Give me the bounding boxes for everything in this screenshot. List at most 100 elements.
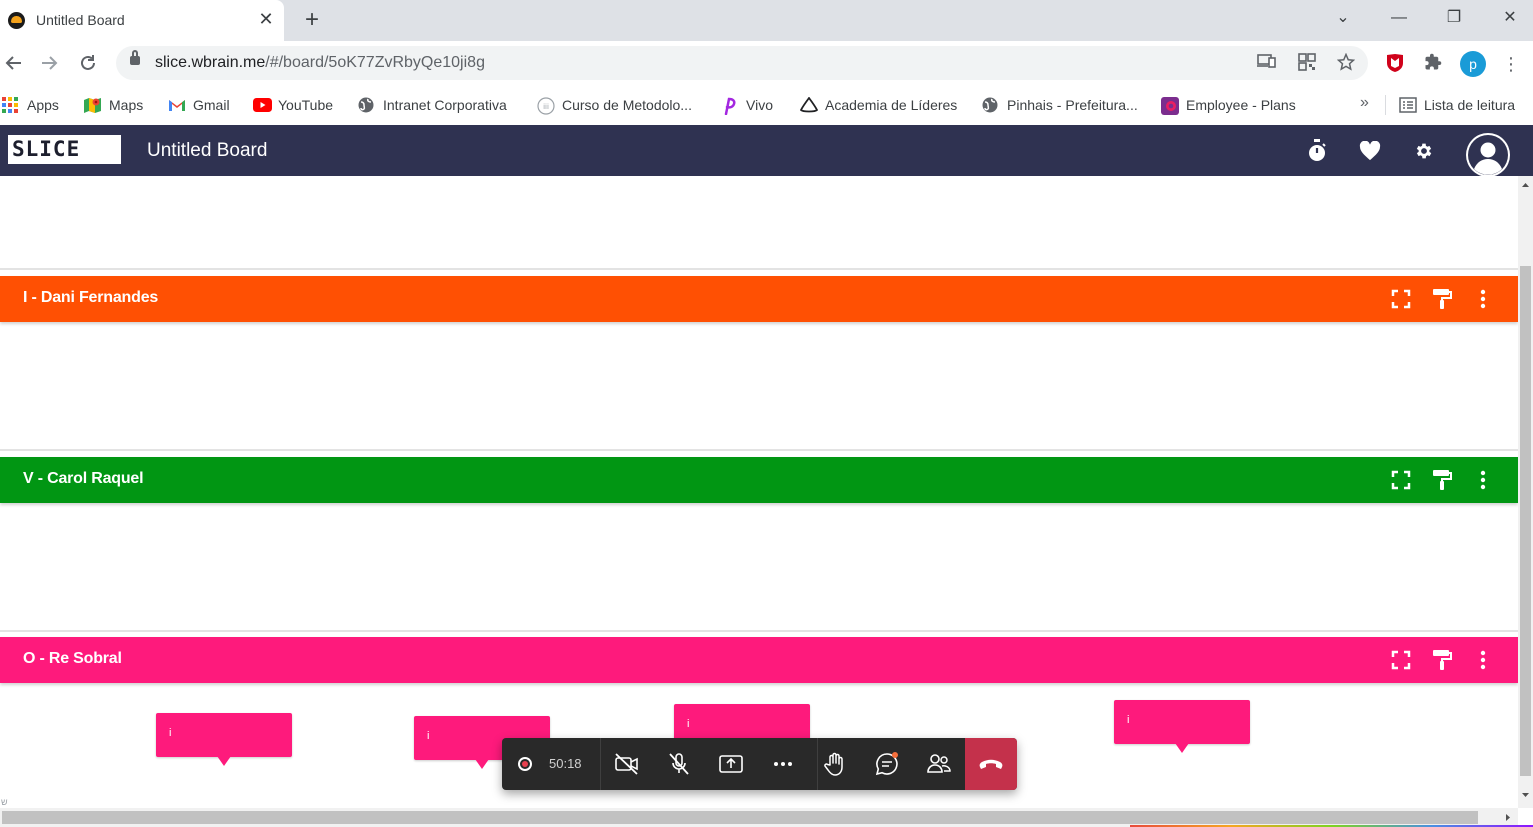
- reading-list-label: Lista de leitura: [1424, 97, 1516, 113]
- timer-icon[interactable]: [1304, 138, 1330, 164]
- academia-icon: [799, 96, 819, 113]
- user-avatar-icon[interactable]: [1466, 133, 1510, 177]
- row-title: I - Dani Fernandes: [23, 289, 159, 306]
- globe-icon: [358, 97, 374, 113]
- row-divider: [0, 449, 1518, 451]
- more-vertical-icon[interactable]: [1471, 468, 1495, 492]
- scroll-down-icon: [1522, 793, 1529, 797]
- call-bar-separator: [600, 738, 601, 790]
- bookmark-vivo[interactable]: Vivo: [721, 94, 773, 116]
- bookmark-label: Intranet Corporativa: [383, 97, 507, 113]
- expand-icon[interactable]: [1389, 648, 1413, 672]
- board-canvas[interactable]: I - Dani Fernandes V - Carol Raquel O - …: [0, 176, 1518, 808]
- apps-grid-icon: [2, 97, 18, 113]
- vertical-scrollbar[interactable]: [1518, 176, 1533, 808]
- install-app-icon[interactable]: [1256, 53, 1278, 73]
- bookmark-label: Academia de Líderes: [825, 97, 958, 113]
- mic-off-icon[interactable]: [665, 750, 693, 778]
- tab-search-icon[interactable]: ⌄: [1328, 6, 1358, 30]
- row-divider: [0, 268, 1518, 270]
- sticky-note[interactable]: i: [156, 713, 292, 766]
- row-title: V - Carol Raquel: [23, 470, 144, 487]
- more-vertical-icon[interactable]: [1471, 648, 1495, 672]
- bookmarks-divider: [1385, 95, 1386, 115]
- address-bar[interactable]: slice.wbrain.me/#/board/5oK77ZvRbyQe10ji…: [116, 46, 1368, 80]
- bookmark-gmail[interactable]: Gmail: [168, 94, 230, 116]
- bookmarks-bar: Apps Maps Gmail YouTube Intranet Corpora…: [0, 85, 1533, 125]
- slice-logo[interactable]: SLICE: [8, 135, 121, 164]
- paint-roller-icon[interactable]: [1430, 287, 1454, 311]
- camera-off-icon[interactable]: [613, 750, 641, 778]
- course-icon: iii: [537, 97, 555, 115]
- heart-icon[interactable]: [1357, 138, 1383, 164]
- bookmark-label: Gmail: [193, 97, 230, 113]
- gmail-icon: [168, 97, 185, 113]
- horizontal-scroll-thumb[interactable]: [2, 811, 1478, 824]
- browser-tab[interactable]: Untitled Board ✕: [0, 0, 284, 41]
- bookmark-youtube[interactable]: YouTube: [253, 94, 333, 116]
- row-header-carol-raquel[interactable]: V - Carol Raquel: [0, 457, 1518, 503]
- bookmarks-overflow-button[interactable]: »: [1360, 94, 1369, 112]
- new-tab-button[interactable]: +: [300, 6, 324, 34]
- lock-icon: [130, 50, 140, 65]
- share-screen-icon[interactable]: [717, 750, 745, 778]
- hang-up-icon: [979, 759, 1003, 769]
- bookmark-apps[interactable]: Apps: [2, 94, 59, 116]
- qr-code-icon[interactable]: [1296, 53, 1318, 73]
- bookmark-label: Pinhais - Prefeitura...: [1007, 97, 1138, 113]
- more-icon[interactable]: [769, 750, 797, 778]
- profile-avatar[interactable]: p: [1460, 51, 1486, 77]
- svg-text:iii: iii: [543, 103, 549, 111]
- call-control-bar: 50:18: [502, 738, 1017, 790]
- globe-icon: [982, 97, 998, 113]
- vivo-icon: [721, 97, 737, 116]
- bookmark-label: Apps: [27, 97, 59, 113]
- extensions-puzzle-icon[interactable]: [1422, 53, 1444, 75]
- slice-favicon-icon: [8, 12, 25, 29]
- restore-button[interactable]: ❐: [1439, 6, 1469, 30]
- record-icon[interactable]: [518, 757, 532, 771]
- reading-list-button[interactable]: Lista de leitura: [1399, 94, 1515, 116]
- bookmark-label: Curso de Metodolo...: [562, 97, 692, 113]
- bookmark-star-icon[interactable]: [1335, 52, 1357, 73]
- vertical-scroll-thumb[interactable]: [1520, 266, 1531, 776]
- board-title[interactable]: Untitled Board: [147, 140, 267, 162]
- more-vertical-icon[interactable]: [1471, 287, 1495, 311]
- minimize-button[interactable]: —: [1384, 6, 1414, 30]
- row-header-dani-fernandes[interactable]: I - Dani Fernandes: [0, 276, 1518, 322]
- back-button[interactable]: [0, 49, 28, 77]
- bookmark-academia[interactable]: Academia de Líderes: [799, 94, 958, 116]
- tab-close-icon[interactable]: ✕: [256, 9, 276, 29]
- participants-icon[interactable]: [925, 750, 953, 778]
- tab-title: Untitled Board: [36, 12, 125, 28]
- reload-button[interactable]: [74, 49, 102, 77]
- call-bar-separator: [817, 738, 818, 790]
- gear-icon[interactable]: [1411, 138, 1437, 164]
- employee-icon: [1161, 97, 1179, 115]
- bookmark-maps[interactable]: Maps: [84, 94, 143, 116]
- expand-icon[interactable]: [1389, 468, 1413, 492]
- browser-menu-icon[interactable]: ⋮: [1500, 53, 1522, 75]
- mcafee-extension-icon[interactable]: [1384, 53, 1406, 75]
- hang-up-button[interactable]: [965, 738, 1017, 790]
- bookmark-label: Employee - Plans: [1186, 97, 1296, 113]
- paint-roller-icon[interactable]: [1430, 648, 1454, 672]
- sticky-note[interactable]: i: [1114, 700, 1250, 753]
- scroll-up-icon: [1522, 183, 1529, 187]
- bookmark-label: Maps: [109, 97, 144, 113]
- close-window-button[interactable]: ✕: [1495, 6, 1525, 30]
- bookmark-pinhais[interactable]: Pinhais - Prefeitura...: [982, 94, 1138, 116]
- paint-roller-icon[interactable]: [1430, 468, 1454, 492]
- bookmark-employee-plans[interactable]: Employee - Plans: [1161, 94, 1296, 116]
- raise-hand-icon[interactable]: [821, 750, 849, 778]
- bookmark-intranet[interactable]: Intranet Corporativa: [358, 94, 507, 116]
- note-text: i: [687, 718, 690, 730]
- maps-icon: [84, 97, 101, 113]
- note-text: i: [169, 727, 172, 739]
- row-header-re-sobral[interactable]: O - Re Sobral: [0, 637, 1518, 683]
- forward-button[interactable]: [35, 49, 63, 77]
- bookmark-curso[interactable]: iii Curso de Metodolo...: [537, 94, 692, 116]
- expand-icon[interactable]: [1389, 287, 1413, 311]
- reading-list-icon: [1399, 97, 1417, 113]
- chat-icon[interactable]: [873, 750, 901, 778]
